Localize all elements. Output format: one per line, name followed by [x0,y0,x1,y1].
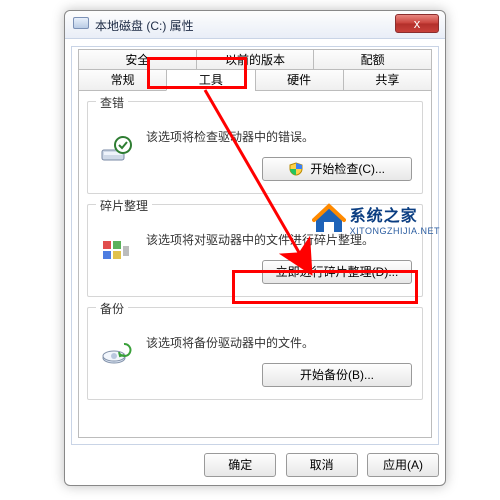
backup-icon [100,338,132,370]
group-defragment: 碎片整理 该选项将对驱动器中的文件进行碎片整理。 立即进行碎片整理(D)... [87,204,423,297]
tab-hardware[interactable]: 硬件 [255,69,344,91]
tab-general[interactable]: 常规 [78,69,167,91]
group-error-checking: 查错 该选项将检查驱动器中的错误。 开始检查(C)... [87,101,423,194]
tab-security[interactable]: 安全 [78,49,197,71]
tab-strip: 安全 以前的版本 配额 常规 工具 硬件 共享 [72,47,438,91]
title-bar[interactable]: 本地磁盘 (C:) 属性 x [65,11,445,39]
window-title: 本地磁盘 (C:) 属性 [95,17,194,34]
tools-panel: 查错 该选项将检查驱动器中的错误。 开始检查(C)... 碎片整理 [78,91,432,438]
client-area: 安全 以前的版本 配额 常规 工具 硬件 共享 查错 该选项将检查驱动器中的错误… [71,46,439,445]
defragment-now-label: 立即进行碎片整理(D)... [276,265,399,279]
group-legend-backup: 备份 [96,300,128,317]
tab-sharing[interactable]: 共享 [343,69,432,91]
check-disk-icon [100,132,132,164]
cancel-button[interactable]: 取消 [286,453,358,477]
group-legend-check: 查错 [96,94,128,111]
start-backup-label: 开始备份(B)... [300,368,374,382]
tab-tools[interactable]: 工具 [166,69,255,91]
defragment-icon [100,235,132,267]
start-check-label: 开始检查(C)... [310,162,385,176]
uac-shield-icon [289,161,303,175]
drive-icon [73,17,89,29]
apply-button[interactable]: 应用(A) [367,453,439,477]
ok-button[interactable]: 确定 [204,453,276,477]
start-check-button[interactable]: 开始检查(C)... [262,157,412,181]
check-desc: 该选项将检查驱动器中的错误。 [146,128,412,145]
group-legend-defrag: 碎片整理 [96,197,152,214]
defrag-desc: 该选项将对驱动器中的文件进行碎片整理。 [146,231,412,248]
properties-dialog: 本地磁盘 (C:) 属性 x 安全 以前的版本 配额 常规 工具 硬件 共享 查… [64,10,446,486]
defragment-now-button[interactable]: 立即进行碎片整理(D)... [262,260,412,284]
close-button[interactable]: x [395,14,439,33]
tab-previous-versions[interactable]: 以前的版本 [196,49,315,71]
backup-desc: 该选项将备份驱动器中的文件。 [146,334,412,351]
tab-quota[interactable]: 配额 [313,49,432,71]
group-backup: 备份 该选项将备份驱动器中的文件。 开始备份(B)... [87,307,423,400]
dialog-button-row: 确定 取消 应用(A) [71,453,439,477]
start-backup-button[interactable]: 开始备份(B)... [262,363,412,387]
